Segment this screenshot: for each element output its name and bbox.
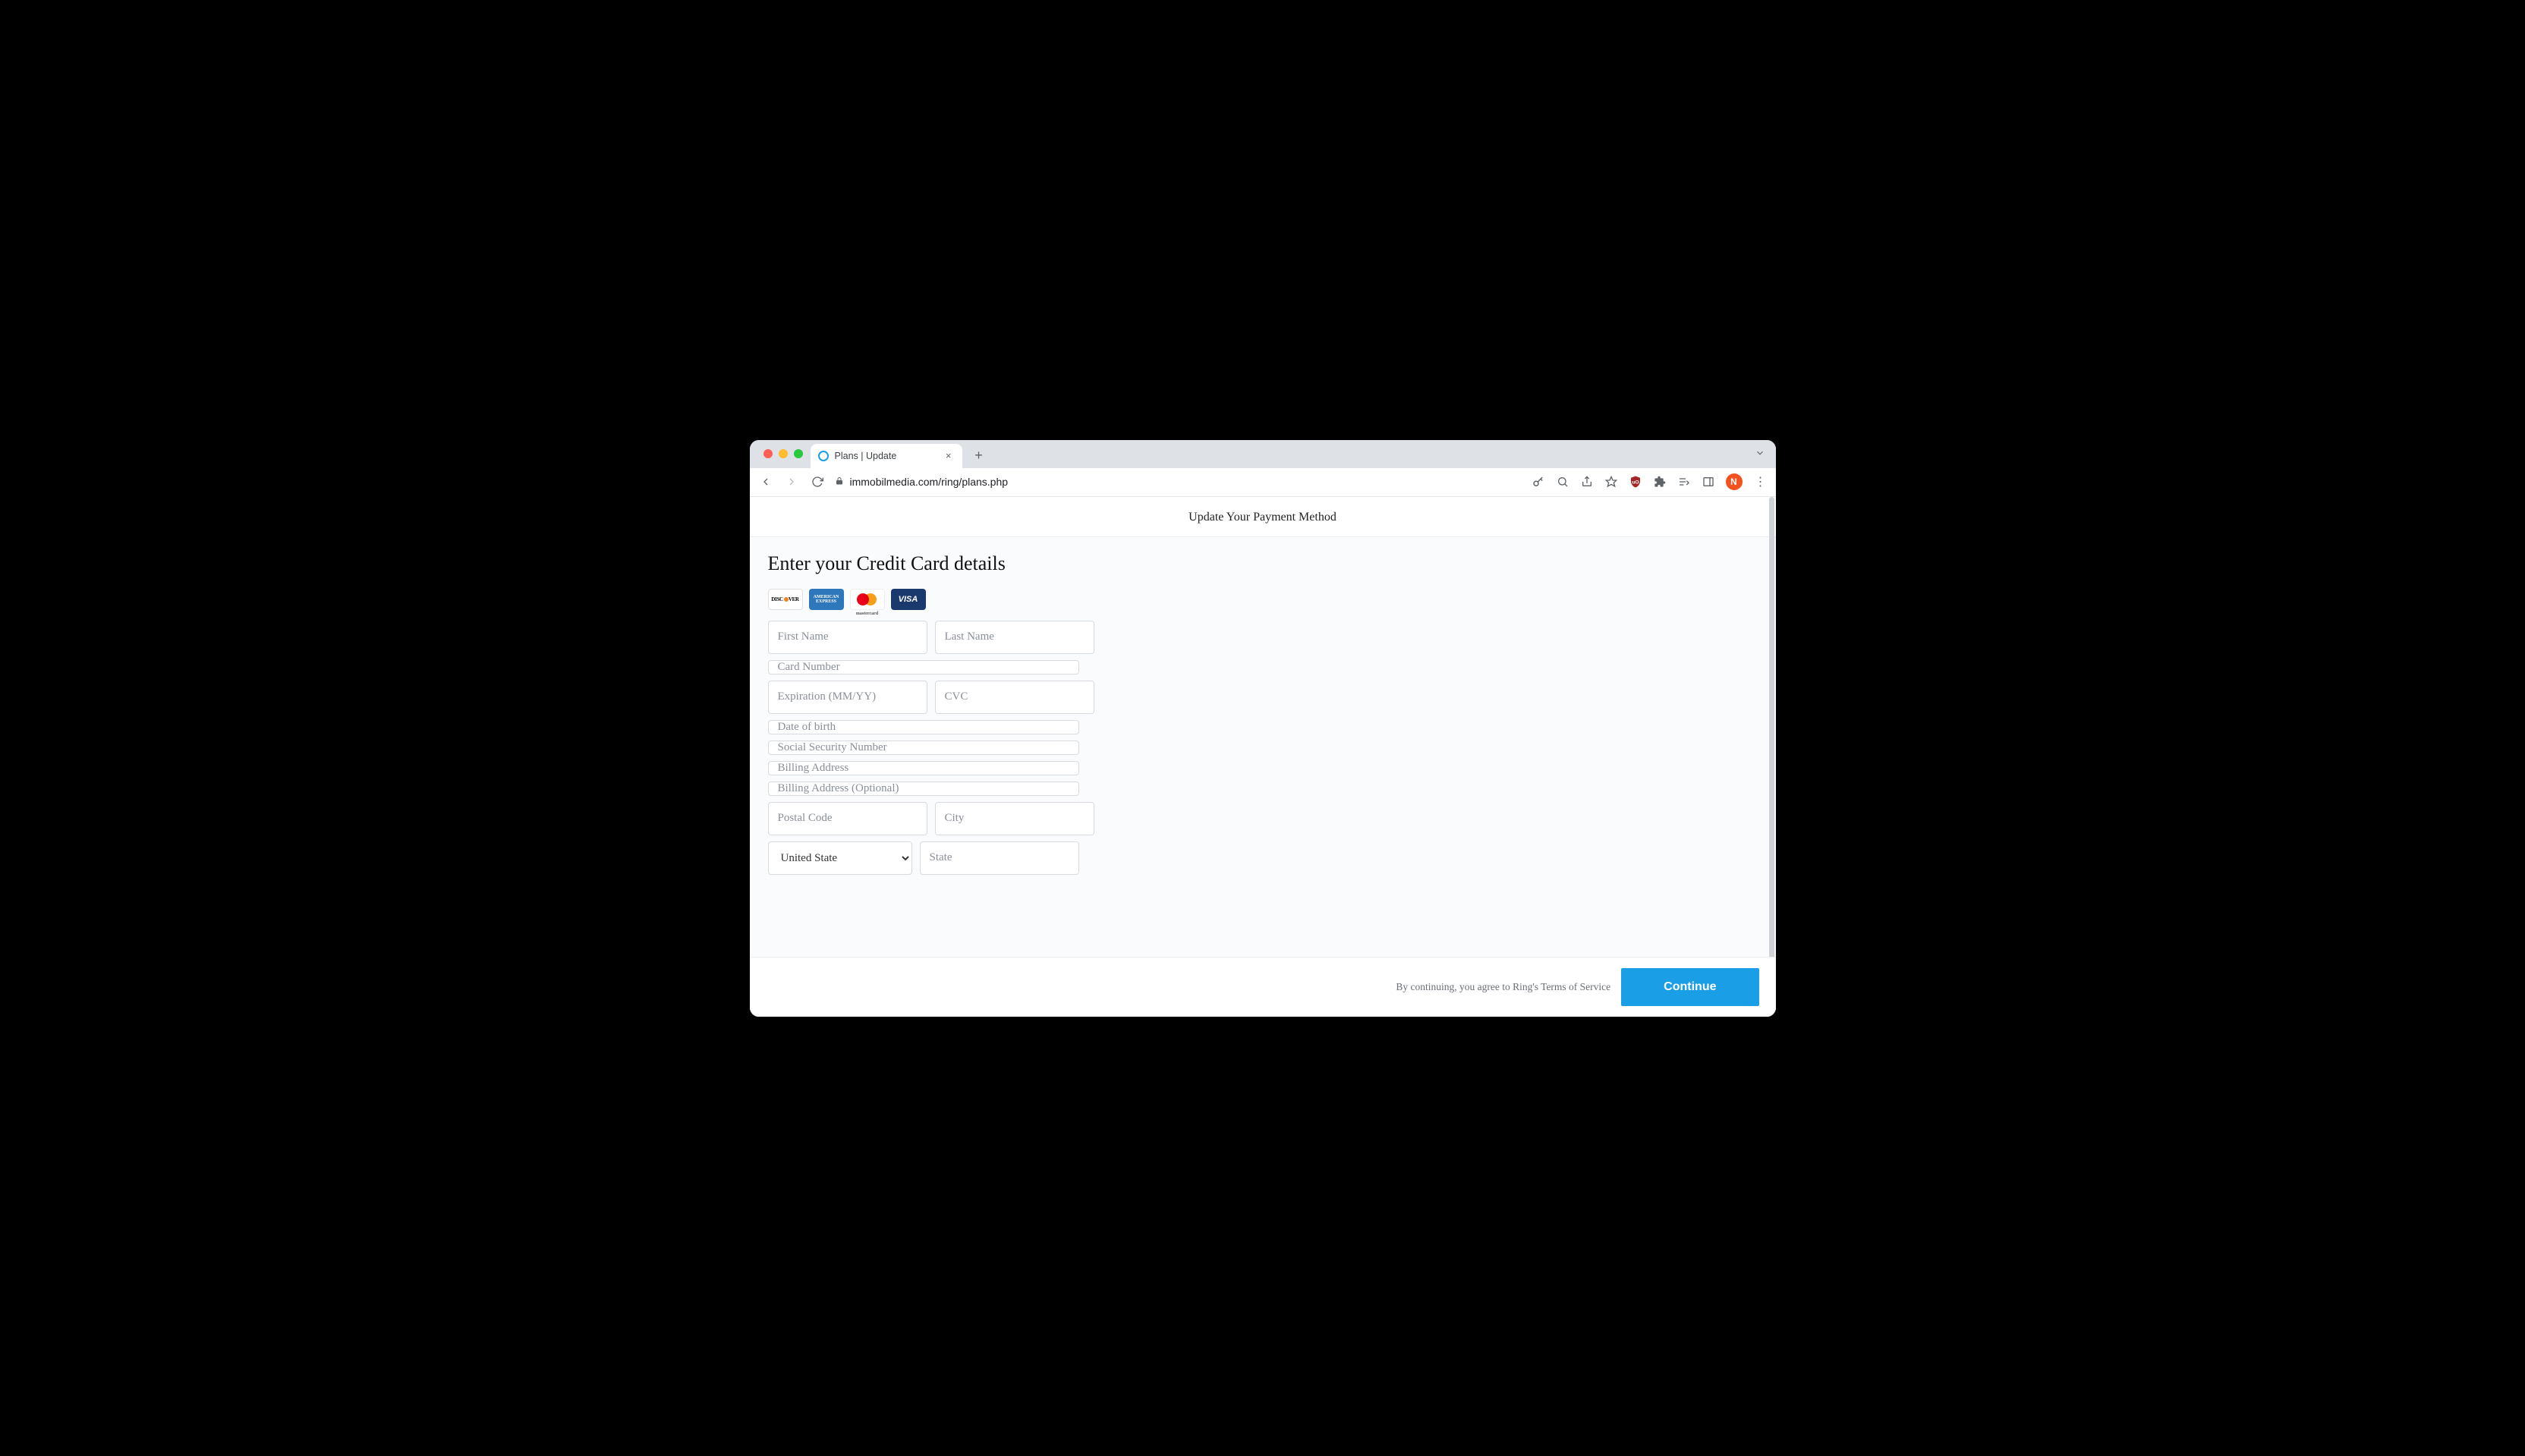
page-content: Update Your Payment Method Enter your Cr… [750, 497, 1776, 1017]
close-tab-button[interactable]: × [943, 450, 955, 461]
page-header: Update Your Payment Method [750, 497, 1776, 537]
maximize-window-button[interactable] [794, 449, 803, 458]
form-grid: United State [768, 621, 1079, 875]
reload-button[interactable] [809, 473, 826, 490]
browser-toolbar: immobilmedia.com/ring/plans.php uO [750, 468, 1776, 497]
menu-button[interactable]: ⋮ [1753, 474, 1768, 489]
visa-logo: VISA [891, 589, 926, 610]
browser-window: Plans | Update × + immobilmedia.com/ring… [750, 440, 1776, 1017]
key-icon[interactable] [1532, 475, 1545, 489]
zoom-icon[interactable] [1556, 475, 1569, 489]
favicon-icon [818, 451, 829, 461]
toolbar-right: uO N ⋮ [1532, 473, 1768, 490]
terms-text: By continuing, you agree to Ring's Terms… [1396, 981, 1610, 993]
close-window-button[interactable] [763, 449, 773, 458]
billing-address-2-input[interactable] [768, 781, 1079, 796]
minimize-window-button[interactable] [779, 449, 788, 458]
form-title: Enter your Credit Card details [768, 552, 1758, 575]
extensions-icon[interactable] [1653, 475, 1667, 489]
avatar-initial: N [1730, 476, 1737, 487]
lock-icon [835, 476, 844, 488]
cvc-input[interactable] [935, 681, 1094, 714]
postal-code-input[interactable] [768, 802, 927, 835]
address-bar[interactable]: immobilmedia.com/ring/plans.php [835, 476, 1522, 488]
ublock-icon[interactable]: uO [1629, 475, 1642, 489]
expiration-input[interactable] [768, 681, 927, 714]
back-button[interactable] [757, 473, 774, 490]
browser-tab[interactable]: Plans | Update × [811, 444, 962, 468]
card-logos: DISCVER AMERICANEXPRESS mastercard VISA [768, 589, 1758, 610]
mastercard-logo: mastercard [850, 589, 885, 610]
discover-logo: DISCVER [768, 589, 803, 610]
bookmark-icon[interactable] [1604, 475, 1618, 489]
last-name-input[interactable] [935, 621, 1094, 654]
first-name-input[interactable] [768, 621, 927, 654]
payment-form: Enter your Credit Card details DISCVER A… [750, 537, 1776, 951]
side-panel-icon[interactable] [1702, 475, 1715, 489]
share-icon[interactable] [1580, 475, 1594, 489]
city-input[interactable] [935, 802, 1094, 835]
state-input[interactable] [920, 841, 1079, 875]
tab-title: Plans | Update [835, 451, 897, 461]
profile-avatar[interactable]: N [1726, 473, 1743, 490]
tab-strip: Plans | Update × + [750, 440, 1776, 468]
amex-logo: AMERICANEXPRESS [809, 589, 844, 610]
footer-bar: By continuing, you agree to Ring's Terms… [750, 957, 1776, 1017]
svg-text:uO: uO [1632, 480, 1639, 485]
tab-dropdown-button[interactable] [1755, 448, 1765, 461]
scrollbar[interactable] [1769, 497, 1774, 996]
dob-input[interactable] [768, 720, 1079, 734]
window-controls [763, 449, 803, 458]
reading-list-icon[interactable] [1677, 475, 1691, 489]
forward-button[interactable] [783, 473, 800, 490]
card-number-input[interactable] [768, 660, 1079, 675]
billing-address-input[interactable] [768, 761, 1079, 775]
url-text: immobilmedia.com/ring/plans.php [850, 476, 1009, 488]
country-select[interactable]: United State [768, 841, 912, 875]
continue-button[interactable]: Continue [1621, 968, 1758, 1006]
ssn-input[interactable] [768, 741, 1079, 755]
new-tab-button[interactable]: + [968, 445, 990, 467]
